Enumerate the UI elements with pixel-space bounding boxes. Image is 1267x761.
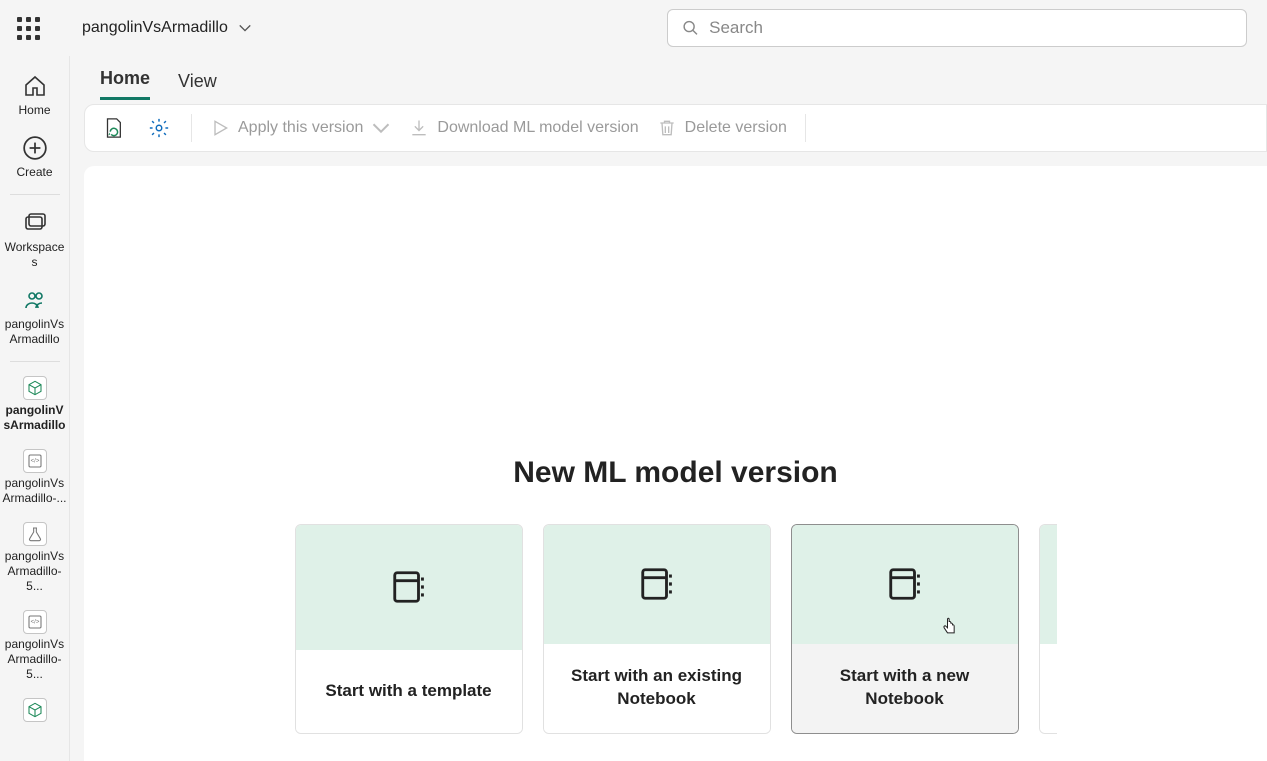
tabstrip: Home View xyxy=(70,56,1267,100)
nav-workspaces[interactable]: Workspaces xyxy=(1,201,69,278)
card-label: Start with an existing Notebook xyxy=(558,665,756,711)
app-launcher-button[interactable] xyxy=(8,8,48,48)
chevron-down-icon xyxy=(371,118,391,138)
cube-icon xyxy=(23,376,47,400)
recent-item-label: pangolinVsArmadillo-5... xyxy=(3,549,67,594)
play-icon xyxy=(210,118,230,138)
workspace-name: pangolinVsArmadillo xyxy=(82,19,228,37)
search-input[interactable] xyxy=(709,18,1232,38)
search-box[interactable] xyxy=(667,9,1247,47)
download-icon xyxy=(409,118,429,138)
notebook-icon xyxy=(638,565,676,603)
tab-home[interactable]: Home xyxy=(100,68,150,100)
nav-create[interactable]: Create xyxy=(1,126,69,188)
delete-version-label: Delete version xyxy=(685,119,787,137)
home-icon xyxy=(21,72,49,100)
svg-text:</>: </> xyxy=(30,619,39,625)
template-cards-row: Start with a template Start with an exis… xyxy=(295,524,1057,734)
nav-workspaces-label: Workspaces xyxy=(3,240,67,270)
notebook-code-icon: </> xyxy=(23,449,47,473)
trash-icon xyxy=(657,118,677,138)
card-label: Start with a template xyxy=(325,680,491,703)
recent-item-4[interactable]: </> pangolinVsArmadillo-5... xyxy=(1,602,69,690)
notebook-icon xyxy=(390,568,428,606)
cube-icon xyxy=(23,698,47,722)
refresh-button[interactable] xyxy=(99,114,127,142)
toolbar-separator xyxy=(191,114,192,142)
workspaces-icon xyxy=(21,209,49,237)
download-version-button[interactable]: Download ML model version xyxy=(409,118,638,138)
recent-item-label: pangolinVsArmadillo xyxy=(3,403,67,433)
download-version-label: Download ML model version xyxy=(437,119,638,137)
notebook-code-icon: </> xyxy=(23,610,47,634)
nav-home[interactable]: Home xyxy=(1,64,69,126)
waffle-icon xyxy=(17,17,40,40)
card-label: Start with a new Notebook xyxy=(806,665,1004,711)
settings-button[interactable] xyxy=(145,114,173,142)
main-content: New ML model version Start with a templa… xyxy=(84,166,1267,761)
flask-icon xyxy=(23,522,47,546)
recent-item-5[interactable] xyxy=(1,690,69,730)
notebook-icon xyxy=(886,565,924,603)
recent-item-label: pangolinVsArmadillo-5... xyxy=(3,637,67,682)
apply-version-label: Apply this version xyxy=(238,119,363,137)
tab-view[interactable]: View xyxy=(178,71,217,100)
card-start-existing-notebook[interactable]: Start with an existing Notebook xyxy=(543,524,771,734)
page-refresh-icon xyxy=(102,117,124,139)
toolbar-separator xyxy=(805,114,806,142)
nav-separator xyxy=(10,361,60,362)
left-nav-rail: Home Create Workspaces pangolinVsArmadil… xyxy=(0,56,70,761)
search-icon xyxy=(682,19,699,37)
page-title: New ML model version xyxy=(513,456,838,490)
people-icon xyxy=(21,286,49,314)
card-peek-next[interactable] xyxy=(1039,524,1057,734)
recent-item-label: pangolinVsArmadillo-... xyxy=(3,476,67,506)
card-start-new-notebook[interactable]: Start with a new Notebook xyxy=(791,524,1019,734)
workspace-picker[interactable]: pangolinVsArmadillo xyxy=(82,19,252,37)
create-icon xyxy=(21,134,49,162)
apply-version-button[interactable]: Apply this version xyxy=(210,118,391,138)
gear-icon xyxy=(148,117,170,139)
recent-item-1[interactable]: pangolinVsArmadillo xyxy=(1,368,69,441)
nav-create-label: Create xyxy=(16,165,52,180)
nav-project-label: pangolinVsArmadillo xyxy=(3,317,67,347)
recent-item-2[interactable]: </> pangolinVsArmadillo-... xyxy=(1,441,69,514)
svg-text:</>: </> xyxy=(30,458,39,464)
chevron-down-icon xyxy=(238,21,252,35)
recent-item-3[interactable]: pangolinVsArmadillo-5... xyxy=(1,514,69,602)
nav-project[interactable]: pangolinVsArmadillo xyxy=(1,278,69,355)
card-start-template[interactable]: Start with a template xyxy=(295,524,523,734)
cursor-pointer-icon xyxy=(940,616,960,638)
nav-home-label: Home xyxy=(18,103,50,118)
nav-separator xyxy=(10,194,60,195)
toolbar: Apply this version Download ML model ver… xyxy=(84,104,1267,152)
delete-version-button[interactable]: Delete version xyxy=(657,118,787,138)
